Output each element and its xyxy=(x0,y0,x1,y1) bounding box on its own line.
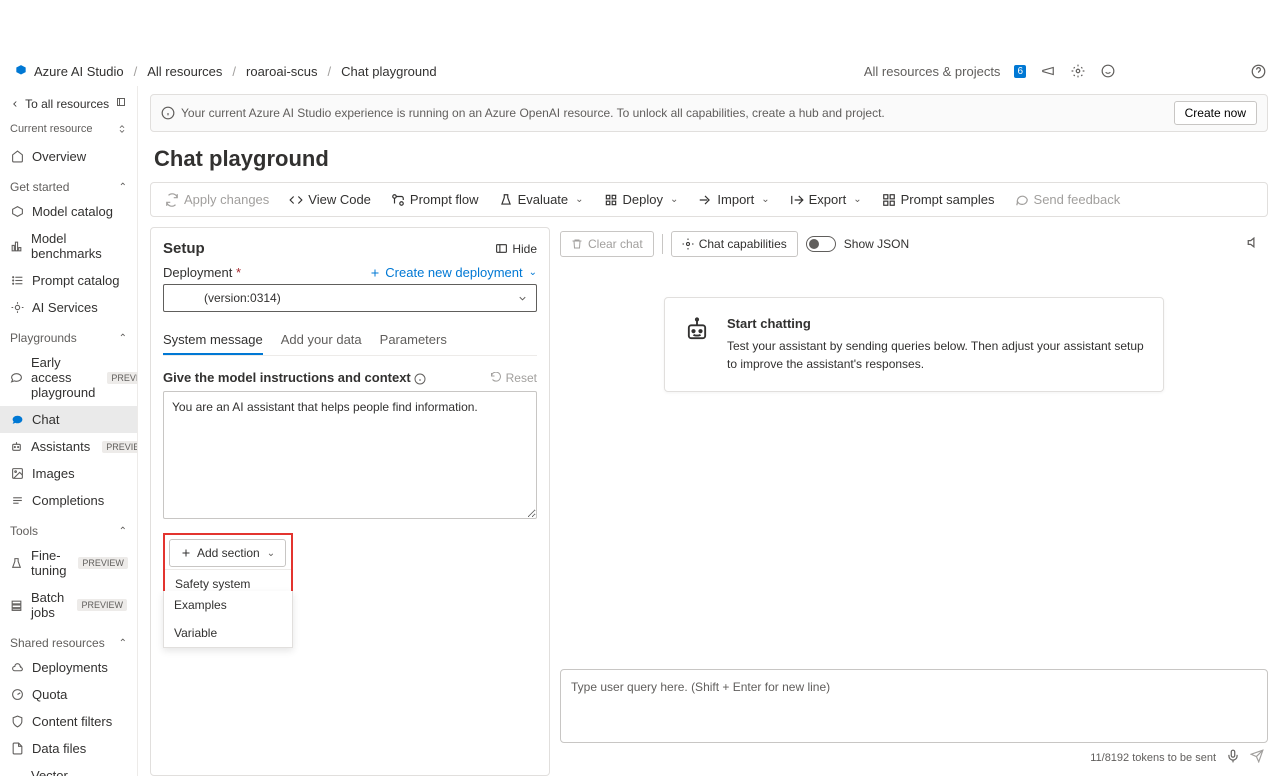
chat-panel: Clear chat Chat capabilities Show JSON S… xyxy=(560,227,1268,776)
instructions-label: Give the model instructions and context xyxy=(163,370,411,385)
hide-setup-button[interactable]: Hide xyxy=(495,242,537,256)
add-section-button[interactable]: Add section ⌄ xyxy=(169,539,286,567)
sidebar-deployments[interactable]: Deployments xyxy=(0,654,137,681)
sidebar-cat-shared[interactable]: Shared resources⌃ xyxy=(0,626,137,654)
view-code-button[interactable]: View Code xyxy=(281,187,379,212)
info-icon xyxy=(161,106,175,120)
tab-system-message[interactable]: System message xyxy=(163,326,263,355)
settings-icon[interactable] xyxy=(1070,63,1086,79)
info-icon[interactable] xyxy=(414,373,426,385)
clear-chat-button[interactable]: Clear chat xyxy=(560,231,654,257)
tab-add-data[interactable]: Add your data xyxy=(281,326,362,355)
sidebar-assistants[interactable]: AssistantsPREVIEW xyxy=(0,433,137,460)
sidebar-images[interactable]: Images xyxy=(0,460,137,487)
create-now-button[interactable]: Create now xyxy=(1174,101,1257,125)
system-message-input[interactable] xyxy=(163,391,537,519)
sidebar-model-benchmarks[interactable]: Model benchmarks xyxy=(0,225,137,267)
mic-icon[interactable] xyxy=(1226,749,1240,766)
send-icon[interactable] xyxy=(1250,749,1264,766)
send-feedback-button: Send feedback xyxy=(1007,187,1129,212)
deployment-label: Deployment xyxy=(163,265,232,280)
reset-button[interactable]: Reset xyxy=(490,371,537,385)
sidebar-vector-stores[interactable]: Vector storesPREVIEW xyxy=(0,762,137,776)
start-title: Start chatting xyxy=(727,316,1145,331)
import-button[interactable]: Import⌄ xyxy=(690,187,777,212)
export-button[interactable]: Export⌄ xyxy=(782,187,870,212)
pin-icon[interactable] xyxy=(115,96,127,111)
create-deployment-link[interactable]: Create new deployment ⌄ xyxy=(369,265,537,280)
page-toolbar: Apply changes View Code Prompt flow Eval… xyxy=(150,182,1268,217)
notification-badge[interactable]: 6 xyxy=(1014,65,1026,78)
page-title: Chat playground xyxy=(154,146,1268,172)
chevron-down-icon xyxy=(517,293,528,304)
sidebar-model-catalog[interactable]: Model catalog xyxy=(0,198,137,225)
smiley-icon[interactable] xyxy=(1100,63,1116,79)
show-json-toggle[interactable]: Show JSON xyxy=(806,236,909,252)
prompt-samples-button[interactable]: Prompt samples xyxy=(874,187,1003,212)
sidebar-data-files[interactable]: Data files xyxy=(0,735,137,762)
app-logo: Azure AI Studio xyxy=(14,64,124,79)
deploy-button[interactable]: Deploy⌄ xyxy=(596,187,687,212)
current-resource-select[interactable]: Current resource xyxy=(0,119,137,143)
sidebar-overview[interactable]: Overview xyxy=(0,143,137,170)
apply-changes-button: Apply changes xyxy=(157,187,277,212)
token-count: 11/8192 tokens to be sent xyxy=(1090,752,1216,764)
sidebar-prompt-catalog[interactable]: Prompt catalog xyxy=(0,267,137,294)
sidebar-chat[interactable]: Chat xyxy=(0,406,137,433)
sidebar-content-filters[interactable]: Content filters xyxy=(0,708,137,735)
prompt-flow-button[interactable]: Prompt flow xyxy=(383,187,487,212)
breadcrumb-resource[interactable]: roaroai-scus xyxy=(246,64,318,79)
sidebar-cat-get-started[interactable]: Get started⌃ xyxy=(0,170,137,198)
speaker-icon[interactable] xyxy=(1247,235,1268,253)
sidebar-early-access[interactable]: Early access playgroundPREVIEW xyxy=(0,349,137,406)
chat-capabilities-button[interactable]: Chat capabilities xyxy=(671,231,798,257)
sidebar-completions[interactable]: Completions xyxy=(0,487,137,514)
evaluate-button[interactable]: Evaluate⌄ xyxy=(491,187,592,212)
sidebar-batch-jobs[interactable]: Batch jobsPREVIEW xyxy=(0,584,137,626)
chat-input[interactable]: Type user query here. (Shift + Enter for… xyxy=(560,669,1268,743)
tab-parameters[interactable]: Parameters xyxy=(380,326,447,355)
app-name: Azure AI Studio xyxy=(34,64,124,79)
all-resources-link[interactable]: All resources & projects xyxy=(864,64,1001,79)
menu-examples[interactable]: Examples xyxy=(164,591,292,619)
sidebar-fine-tuning[interactable]: Fine-tuningPREVIEW xyxy=(0,542,137,584)
sidebar-ai-services[interactable]: AI Services xyxy=(0,294,137,321)
sidebar-quota[interactable]: Quota xyxy=(0,681,137,708)
breadcrumb-all-resources[interactable]: All resources xyxy=(147,64,222,79)
breadcrumb: Azure AI Studio / All resources / roaroa… xyxy=(14,64,437,79)
help-icon[interactable] xyxy=(1250,63,1266,79)
start-body: Test your assistant by sending queries b… xyxy=(727,337,1145,373)
sidebar-cat-playgrounds[interactable]: Playgrounds⌃ xyxy=(0,321,137,349)
start-chatting-card: Start chatting Test your assistant by se… xyxy=(664,297,1164,392)
robot-icon xyxy=(683,316,711,344)
megaphone-icon[interactable] xyxy=(1040,63,1056,79)
menu-variable[interactable]: Variable xyxy=(164,619,292,647)
sidebar-cat-tools[interactable]: Tools⌃ xyxy=(0,514,137,542)
info-banner: Your current Azure AI Studio experience … xyxy=(150,94,1268,132)
breadcrumb-current: Chat playground xyxy=(341,64,436,79)
setup-panel: Setup Hide Deployment * Create new deplo… xyxy=(150,227,550,776)
setup-title: Setup xyxy=(163,240,205,257)
back-to-resources[interactable]: To all resources xyxy=(10,97,109,111)
deployment-select[interactable]: (version:0314) xyxy=(163,284,537,312)
